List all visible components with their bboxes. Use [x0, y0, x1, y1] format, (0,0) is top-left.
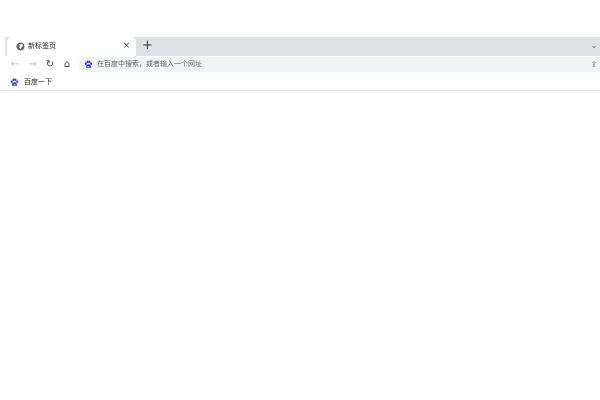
- page-content-blank: [0, 92, 600, 400]
- tab-new-tab[interactable]: 新标签页 ×: [7, 37, 136, 56]
- tab-title: 新标签页: [28, 42, 56, 50]
- reload-button[interactable]: ↻: [44, 58, 56, 71]
- tab-search-button[interactable]: ⌄: [589, 40, 599, 52]
- home-button[interactable]: ⌂: [61, 58, 73, 71]
- tabstrip-edge: [0, 37, 5, 56]
- window-top-area: [0, 0, 600, 37]
- new-tab-button[interactable]: +: [141, 39, 154, 53]
- share-icon[interactable]: ⇪: [589, 59, 599, 70]
- tab-strip: 新标签页 × + ⌄: [0, 37, 600, 56]
- svg-text:du: du: [87, 64, 91, 68]
- browser-toolbar: ← → ↻ ⌂ du 在百度中搜索，或者输入一个网址 ⇪: [0, 56, 600, 73]
- back-button[interactable]: ←: [9, 58, 21, 71]
- forward-button[interactable]: →: [27, 58, 39, 71]
- address-bar-placeholder: 在百度中搜索，或者输入一个网址: [97, 60, 202, 68]
- baidu-paw-icon: du: [84, 60, 93, 68]
- baidu-paw-icon: du: [10, 78, 19, 86]
- bookmark-baidu[interactable]: du 百度一下: [10, 76, 52, 88]
- svg-text:du: du: [13, 82, 17, 86]
- address-bar[interactable]: du 在百度中搜索，或者输入一个网址 ⇪: [79, 57, 600, 72]
- bookmark-label: 百度一下: [24, 78, 52, 86]
- globe-icon: [16, 42, 25, 51]
- tab-close-button[interactable]: ×: [121, 40, 132, 52]
- bookmarks-bar: du 百度一下: [0, 73, 600, 91]
